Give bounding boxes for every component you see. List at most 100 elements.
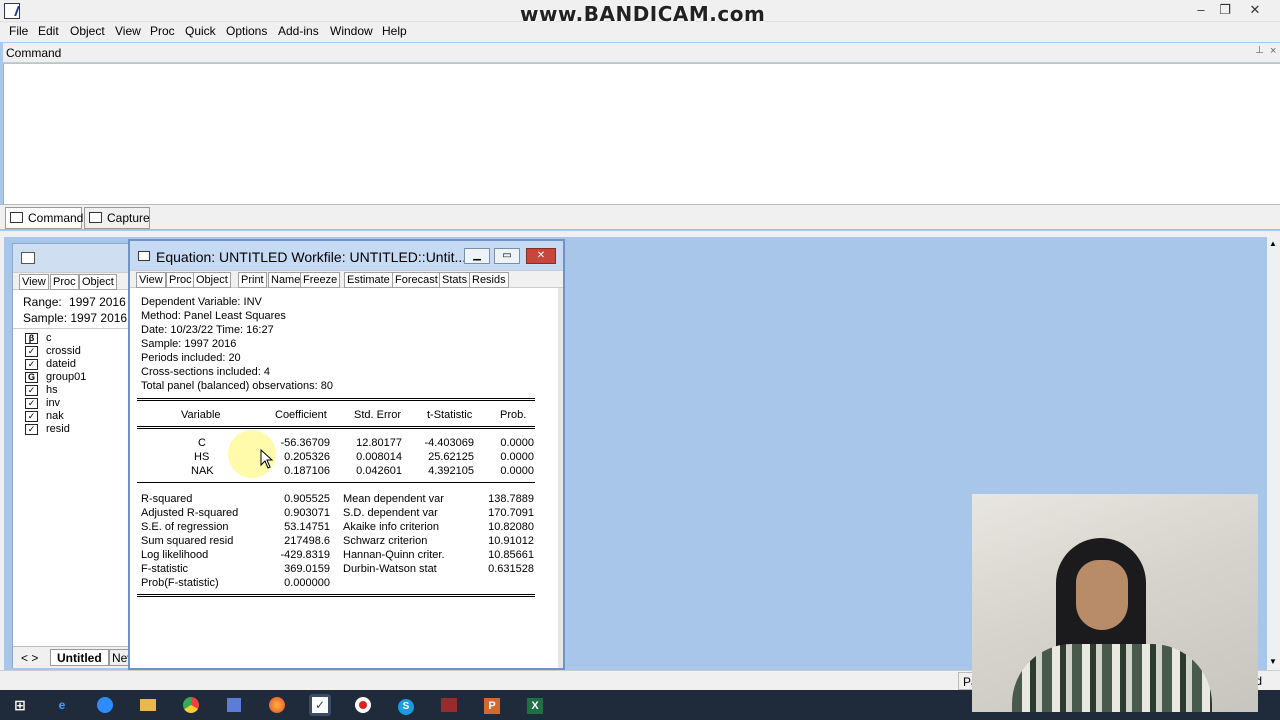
- row-variable: C: [198, 437, 206, 449]
- eq-print-button[interactable]: Print: [238, 272, 267, 288]
- menu-view[interactable]: View: [115, 24, 141, 38]
- workfile-window[interactable]: View Proc Object Range: 1997 2016 Sample…: [12, 243, 140, 668]
- menu-edit[interactable]: Edit: [38, 24, 59, 38]
- cross-sections-included: Cross-sections included: 4: [141, 366, 271, 378]
- workfile-titlebar[interactable]: [13, 244, 137, 272]
- bandicam-icon[interactable]: [352, 694, 374, 716]
- equation-scroll-edge[interactable]: [558, 288, 563, 668]
- start-icon[interactable]: ⊞: [9, 694, 31, 716]
- object-name: hs: [46, 384, 58, 396]
- eq-estimate-button[interactable]: Estimate: [344, 272, 393, 288]
- eq-close-button[interactable]: ✕: [526, 248, 556, 264]
- wf-proc-button[interactable]: Proc: [50, 274, 79, 290]
- close-pane-icon[interactable]: ×: [1270, 45, 1276, 57]
- eq-freeze-button[interactable]: Freeze: [300, 272, 341, 288]
- eq-minimize-button[interactable]: ▁: [464, 248, 490, 264]
- zoom-icon[interactable]: [94, 694, 116, 716]
- tab-capture[interactable]: Capture: [84, 207, 150, 229]
- menu-quick[interactable]: Quick: [185, 24, 216, 38]
- equation-titlebar[interactable]: Equation: UNTITLED Workfile: UNTITLED::U…: [130, 241, 563, 270]
- page-nav-arrows[interactable]: < >: [21, 651, 38, 665]
- stat-label: S.E. of regression: [141, 521, 229, 533]
- object-name: group01: [46, 371, 87, 383]
- eq-forecast-button[interactable]: Forecast: [392, 272, 441, 288]
- stat-label: Adjusted R-squared: [141, 507, 239, 519]
- stat-value: 138.7889: [488, 493, 534, 505]
- excel-icon[interactable]: X: [524, 694, 546, 716]
- powerpoint-icon[interactable]: P: [481, 694, 503, 716]
- menu-options[interactable]: Options: [226, 24, 267, 38]
- equation-icon: [138, 251, 150, 261]
- stat-value: 0.000000: [284, 577, 330, 589]
- command-input-area[interactable]: [3, 64, 1280, 204]
- sample: Sample: 1997 2016: [141, 338, 237, 350]
- object-name: inv: [46, 397, 61, 409]
- row-coefficient: -56.36709: [280, 437, 330, 449]
- equation-window[interactable]: Equation: UNTITLED Workfile: UNTITLED::U…: [128, 239, 565, 670]
- workfile-sample[interactable]: Sample: 1997 2016: [23, 311, 127, 325]
- close-button[interactable]: ✕: [1240, 0, 1270, 20]
- stat-label: Hannan-Quinn criter.: [343, 549, 445, 561]
- title-bar: www.BANDICAM.com – ❐ ✕: [0, 0, 1280, 26]
- stat-value: 10.91012: [488, 535, 534, 547]
- pin-icon[interactable]: ⊥: [1255, 45, 1264, 56]
- stat-label: Akaike info criterion: [343, 521, 439, 533]
- stat-value: 170.7091: [488, 507, 534, 519]
- chrome-icon[interactable]: [180, 694, 202, 716]
- range-value: 1997 2016: [69, 295, 126, 309]
- restore-button[interactable]: ❐: [1210, 0, 1240, 20]
- row-variable: NAK: [191, 465, 214, 477]
- periods-included: Periods included: 20: [141, 352, 241, 364]
- edge-icon[interactable]: e: [51, 694, 73, 716]
- skype-icon[interactable]: S: [395, 694, 417, 716]
- eq-object-button[interactable]: Object: [193, 272, 231, 288]
- row-coefficient: 0.205326: [284, 451, 330, 463]
- equation-title: Equation: UNTITLED Workfile: UNTITLED::U…: [156, 249, 467, 265]
- scroll-up-icon[interactable]: ▲: [1269, 239, 1277, 248]
- eq-maximize-button[interactable]: ▭: [494, 248, 520, 264]
- tab-command[interactable]: Command: [5, 207, 84, 229]
- stat-value: 369.0159: [284, 563, 330, 575]
- col-std-error: Std. Error: [354, 409, 402, 421]
- files-icon[interactable]: [137, 694, 159, 716]
- wf-object-button[interactable]: Object: [79, 274, 117, 290]
- menu-file[interactable]: File: [9, 24, 28, 38]
- workfile-range[interactable]: Range: 1997 2016: [23, 295, 126, 309]
- series-icon: ✓: [25, 346, 38, 357]
- col-variable: Variable: [181, 409, 221, 421]
- row-variable: HS: [194, 451, 210, 463]
- range-label: Range:: [23, 295, 62, 309]
- stat-label: Prob(F-statistic): [141, 577, 219, 589]
- workfile-icon: [21, 252, 35, 264]
- tab-capture-label: Capture: [107, 211, 150, 225]
- wf-view-button[interactable]: View: [19, 274, 49, 290]
- workspace-scrollbar[interactable]: ▲ ▼: [1267, 237, 1280, 670]
- menu-object[interactable]: Object: [70, 24, 105, 38]
- group-icon: G: [25, 372, 38, 383]
- menu-help[interactable]: Help: [382, 24, 407, 38]
- eq-resids-button[interactable]: Resids: [469, 272, 509, 288]
- firefox-icon[interactable]: [266, 694, 288, 716]
- menu-addins[interactable]: Add-ins: [278, 24, 319, 38]
- menu-proc[interactable]: Proc: [150, 24, 175, 38]
- stat-label: F-statistic: [141, 563, 189, 575]
- row-t-statistic: 25.62125: [428, 451, 474, 463]
- stat-label: R-squared: [141, 493, 193, 505]
- stat-value: 10.82080: [488, 521, 534, 533]
- tab-command-label: Command: [28, 211, 84, 225]
- series-icon: ✓: [25, 398, 38, 409]
- menu-window[interactable]: Window: [330, 24, 373, 38]
- eviews-icon[interactable]: ✓: [309, 694, 331, 716]
- series-icon: ✓: [25, 385, 38, 396]
- eq-stats-button[interactable]: Stats: [439, 272, 471, 288]
- stat-label: Log likelihood: [141, 549, 209, 561]
- page-tab-untitled[interactable]: Untitled: [50, 649, 109, 666]
- eq-name-button[interactable]: Name: [268, 272, 304, 288]
- row-prob: 0.0000: [500, 437, 534, 449]
- scroll-down-icon[interactable]: ▼: [1269, 657, 1277, 666]
- eq-proc-button[interactable]: Proc: [166, 272, 195, 288]
- capture-window-icon: [89, 212, 102, 223]
- eq-view-button[interactable]: View: [136, 272, 166, 288]
- archive-icon[interactable]: [438, 694, 460, 716]
- calculator-icon[interactable]: [223, 694, 245, 716]
